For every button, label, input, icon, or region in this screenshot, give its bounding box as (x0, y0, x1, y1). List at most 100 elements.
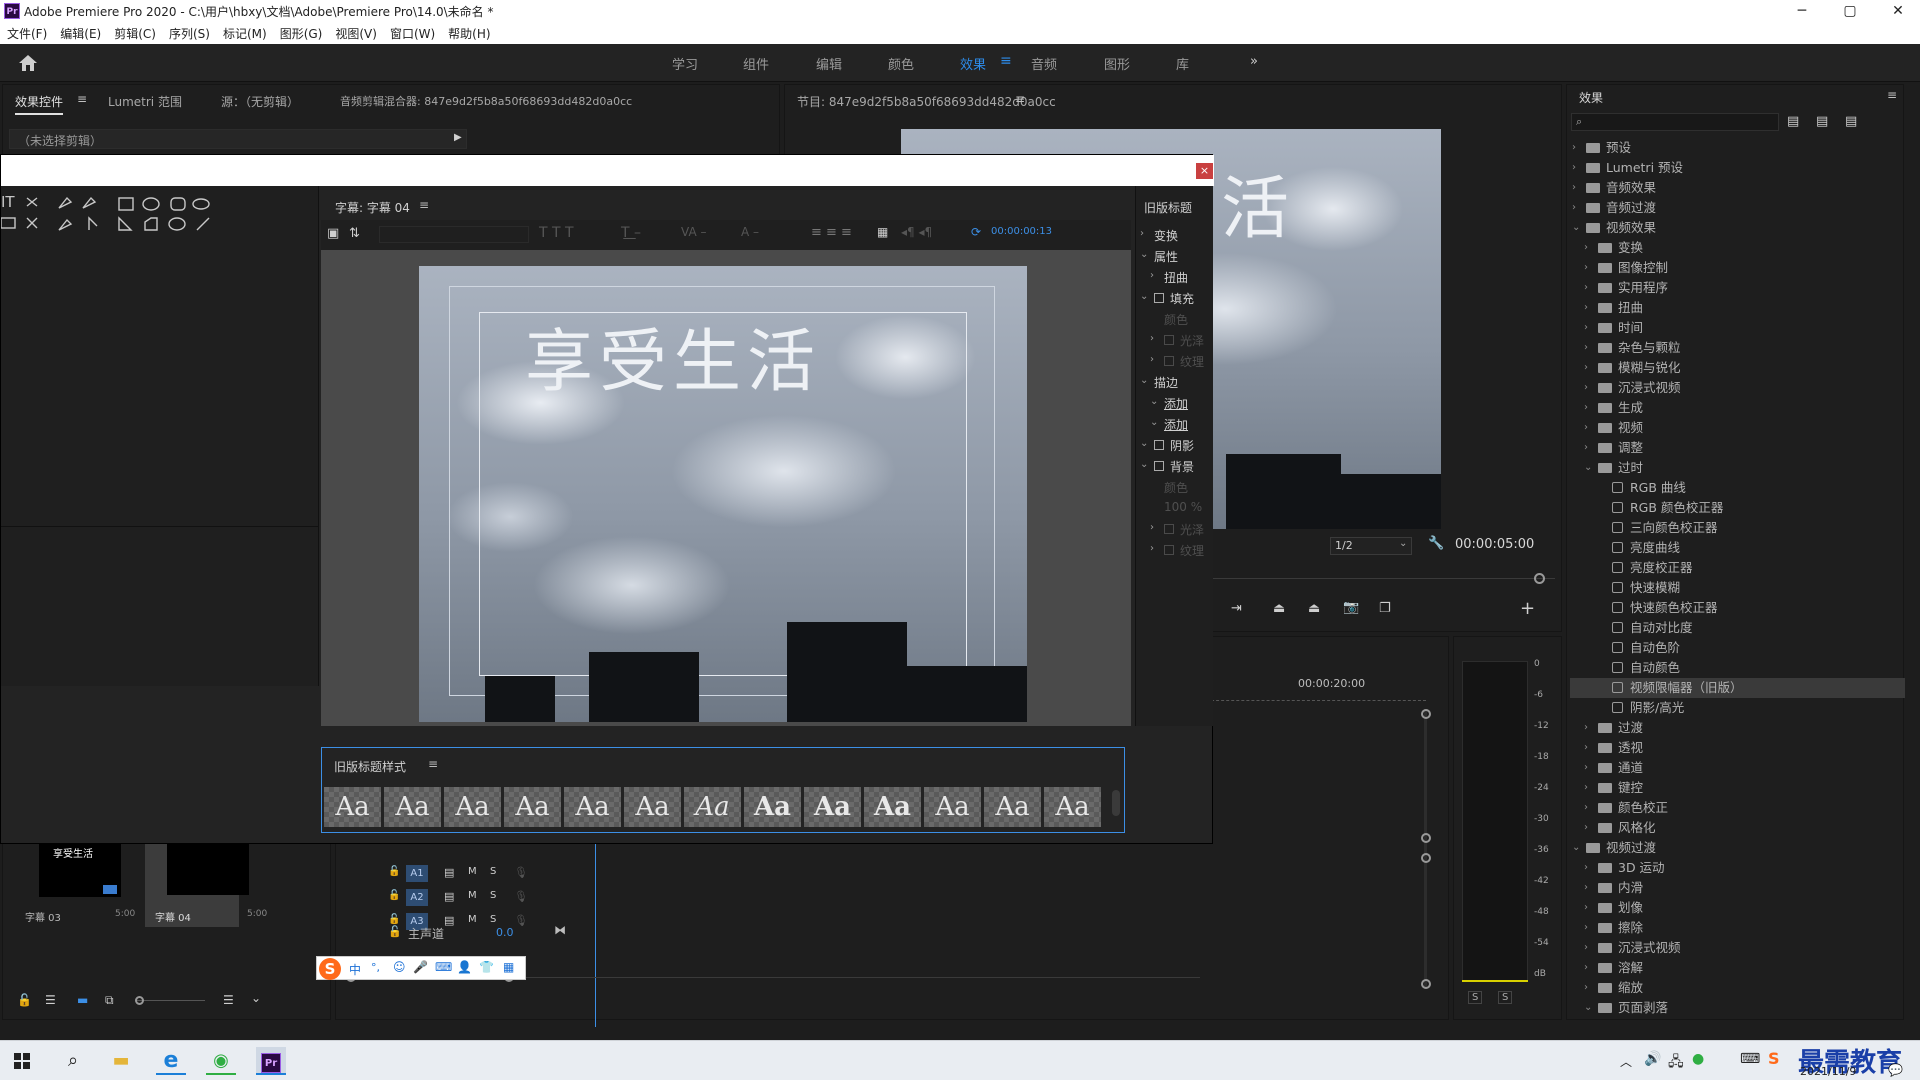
voiceover-record-icon[interactable]: 🎙 (514, 890, 528, 903)
titler-property-row[interactable]: › 纹理 (1136, 541, 1214, 561)
file-explorer-icon[interactable]: ▬ (106, 1047, 136, 1075)
premiere-taskbar-icon[interactable]: Pr (256, 1047, 286, 1075)
chevron-right-icon[interactable]: › (1584, 758, 1588, 778)
scroll-handle-bottom[interactable] (1421, 979, 1431, 989)
effect-item[interactable]: 自动色阶 (1570, 638, 1905, 658)
wechat-icon[interactable]: ◉ (206, 1047, 236, 1075)
home-icon[interactable] (18, 54, 38, 72)
chevron-right-icon[interactable]: › (1584, 738, 1588, 758)
effect-item[interactable]: 亮度曲线 (1570, 538, 1905, 558)
track-label[interactable]: A2 (406, 889, 428, 906)
property-checkbox[interactable] (1154, 461, 1164, 471)
titler-property-row[interactable]: ⌄ 添加 (1136, 394, 1214, 414)
titler-property-row[interactable]: ⌄ 添加 (1136, 415, 1214, 435)
program-menu-icon[interactable]: ≡ (1015, 92, 1025, 106)
chevron-right-icon[interactable]: › (1584, 418, 1588, 438)
add-button-icon[interactable]: + (1520, 598, 1535, 619)
chevron-right-icon[interactable]: › (1584, 898, 1588, 918)
scroll-handle[interactable] (1421, 833, 1431, 843)
chevron-right-icon[interactable]: › (1150, 543, 1154, 554)
title-style-swatch[interactable]: Aa (984, 787, 1041, 827)
ime-user-icon[interactable]: 👤 (457, 960, 472, 974)
title-style-swatch[interactable]: Aa (744, 787, 801, 827)
search-icon[interactable]: ⌕ (58, 1047, 88, 1075)
styles-scrollbar[interactable] (1112, 790, 1120, 816)
effect-folder[interactable]: › 音频效果 (1570, 178, 1905, 198)
sort-icon[interactable]: ☰ (223, 993, 234, 1007)
workspace-tab-assembly[interactable]: 组件 (743, 54, 769, 73)
mute-button[interactable]: M (468, 890, 477, 901)
volume-icon[interactable]: 🔊 (1644, 1051, 1661, 1067)
solo-button[interactable]: S (490, 866, 496, 877)
workspace-overflow-button[interactable]: » (1250, 54, 1258, 69)
project-item-name[interactable]: 字幕 03 (25, 909, 61, 924)
workspace-tab-learn[interactable]: 学习 (672, 54, 698, 73)
windows-start-icon[interactable] (14, 1053, 30, 1069)
titler-property-row[interactable]: › 纹理 (1136, 352, 1214, 372)
titler-tools-grid[interactable]: IT (1, 192, 231, 234)
effects-menu-icon[interactable]: ≡ (1887, 88, 1897, 102)
chevron-right-icon[interactable]: › (1584, 338, 1588, 358)
zoom-select[interactable]: 1/2 ⌄ (1330, 537, 1412, 555)
export-frame-icon[interactable]: ⇥ (1231, 601, 1242, 616)
tab-effect-controls[interactable]: 效果控件 (15, 93, 64, 115)
camera-icon[interactable]: 📷 (1343, 600, 1359, 615)
thumb-size-handle[interactable] (135, 996, 144, 1005)
effect-folder[interactable]: › 缩放 (1570, 978, 1905, 998)
tab-effect-controls-menu-icon[interactable]: ≡ (77, 92, 87, 106)
chevron-right-icon[interactable]: › (1572, 178, 1576, 198)
chevron-right-icon[interactable]: › (1584, 278, 1588, 298)
solo-right-button[interactable]: S (1498, 991, 1513, 1004)
workspace-tab-color[interactable]: 颜色 (888, 54, 914, 73)
icon-view-icon[interactable]: ▬ (77, 993, 88, 1007)
titler-property-row[interactable]: ⌄ 属性 (1136, 247, 1214, 267)
effect-folder[interactable]: ⌄ 过时 (1570, 458, 1905, 478)
effect-folder[interactable]: › 模糊与锐化 (1570, 358, 1905, 378)
titler-property-row[interactable]: ⌄ 描边 (1136, 373, 1214, 393)
chevron-right-icon[interactable]: › (1584, 958, 1588, 978)
effect-folder[interactable]: › 划像 (1570, 898, 1905, 918)
effect-item[interactable]: 三向颜色校正器 (1570, 518, 1905, 538)
master-volume-value[interactable]: 0.0 (496, 926, 514, 939)
project-item-selected[interactable]: 字幕 04 5:00 (145, 833, 267, 927)
mute-button[interactable]: M (468, 914, 477, 925)
chevron-right-icon[interactable]: › (1150, 522, 1154, 533)
chevron-down-icon[interactable]: ⌄ (1140, 249, 1148, 260)
effect-folder[interactable]: › 变换 (1570, 238, 1905, 258)
menu-clip[interactable]: 剪辑(C) (107, 22, 162, 42)
chevron-down-icon[interactable]: ⌄ (1572, 218, 1580, 238)
extract-icon[interactable]: ⏏ (1308, 601, 1320, 616)
sogou-logo-icon[interactable]: S (319, 958, 341, 980)
property-checkbox[interactable] (1164, 335, 1174, 345)
effect-folder[interactable]: › 时间 (1570, 318, 1905, 338)
chevron-right-icon[interactable]: › (1150, 354, 1154, 365)
chevron-right-icon[interactable]: › (1584, 298, 1588, 318)
effect-item[interactable]: 亮度校正器 (1570, 558, 1905, 578)
chevron-right-icon[interactable]: › (1572, 198, 1576, 218)
workspace-tab-audio[interactable]: 音频 (1031, 54, 1057, 73)
workspace-tab-libraries[interactable]: 库 (1176, 54, 1189, 73)
minimize-button[interactable]: ─ (1782, 2, 1822, 20)
menu-view[interactable]: 视图(V) (328, 22, 383, 42)
sync-lock-icon[interactable]: ▤ (444, 866, 454, 879)
menu-edit[interactable]: 编辑(E) (53, 22, 107, 42)
track-label[interactable]: A1 (406, 865, 428, 882)
title-style-swatch[interactable]: Aa (504, 787, 561, 827)
chevron-right-icon[interactable]: › (1584, 858, 1588, 878)
menu-graphics[interactable]: 图形(G) (273, 22, 329, 42)
solo-button[interactable]: S (490, 914, 496, 925)
titler-property-row[interactable]: › 光泽 (1136, 331, 1214, 351)
workspace-tab-editing[interactable]: 编辑 (816, 54, 842, 73)
effect-folder[interactable]: › 杂色与颗粒 (1570, 338, 1905, 358)
ime-keyboard-icon[interactable]: ⌨ (435, 960, 452, 974)
chevron-right-icon[interactable]: › (1584, 318, 1588, 338)
mute-button[interactable]: M (468, 866, 477, 877)
effect-item[interactable]: 自动颜色 (1570, 658, 1905, 678)
chevron-right-icon[interactable]: › (1572, 158, 1576, 178)
accelerated-effects-icon[interactable]: ▤ (1787, 114, 1799, 129)
title-style-swatch[interactable]: Aa (624, 787, 681, 827)
workspace-tab-graphics[interactable]: 图形 (1104, 54, 1130, 73)
effect-item[interactable]: 快速颜色校正器 (1570, 598, 1905, 618)
effect-folder[interactable]: › 溶解 (1570, 958, 1905, 978)
play-arrow-icon[interactable]: ▶ (454, 132, 462, 143)
